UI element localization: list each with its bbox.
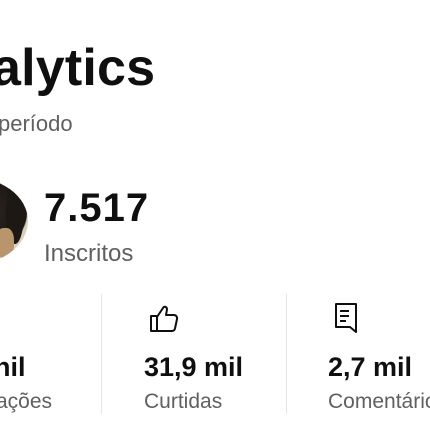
page-title: alytics [0, 39, 156, 97]
comments-label: Comentáric [328, 390, 430, 413]
subscribers-label: Inscritos [44, 240, 134, 267]
likes-value: 31,9 mil [144, 352, 244, 382]
stats-divider [286, 294, 287, 414]
comment-icon [335, 303, 357, 333]
channel-avatar[interactable] [0, 176, 28, 266]
comments-value: 2,7 mil [328, 352, 413, 382]
subscribers-count: 7.517 [44, 186, 150, 230]
thumbs-up-icon [150, 305, 179, 332]
views-label: ações [0, 390, 53, 413]
avatar-face [0, 228, 14, 258]
stats-row: nil ações 31,9 mil Curtidas 2,7 mil Come… [0, 294, 430, 414]
stats-divider [101, 294, 102, 414]
analytics-page: alytics período 7.517 Inscritos nil açõe… [0, 0, 430, 430]
period-label: período [0, 111, 73, 136]
views-value: nil [0, 352, 26, 382]
likes-label: Curtidas [144, 390, 223, 413]
